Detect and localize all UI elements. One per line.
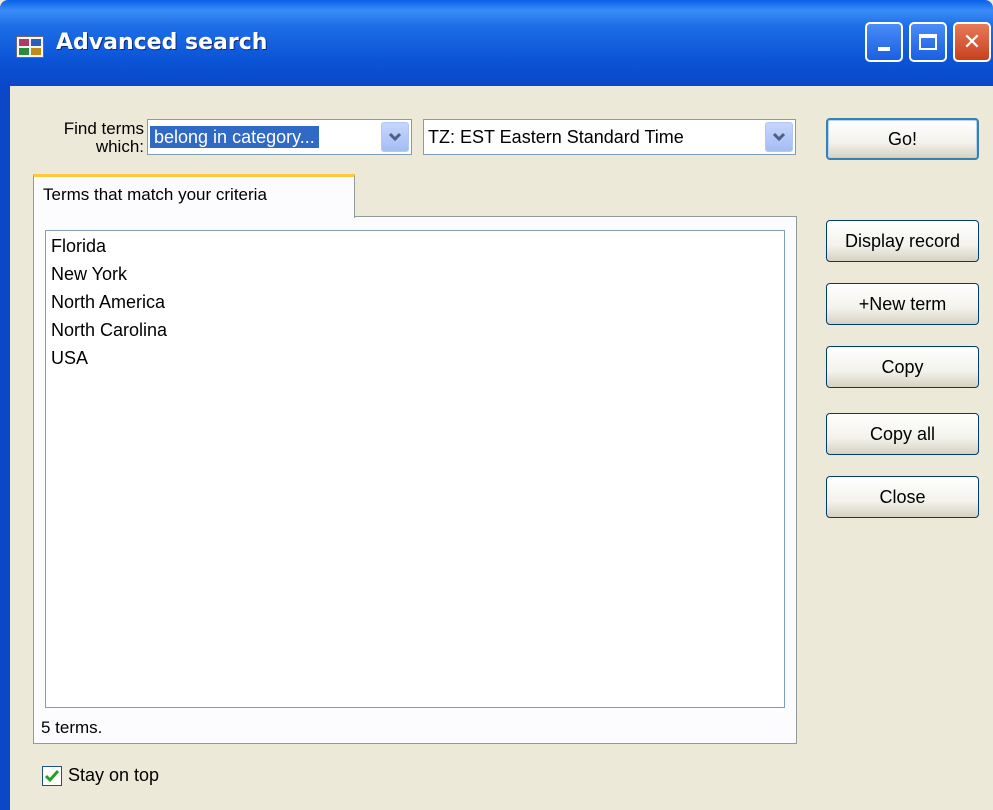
stay-on-top-checkbox[interactable]: [42, 766, 62, 786]
tab-results[interactable]: Terms that match your criteria: [33, 174, 355, 218]
list-item[interactable]: Florida: [51, 235, 106, 257]
find-terms-label-line1: Find terms: [63, 119, 144, 138]
category-dropdown-value: TZ: EST Eastern Standard Time: [428, 127, 684, 147]
minimize-icon: [878, 47, 890, 51]
result-count: 5 terms.: [41, 718, 103, 737]
minimize-button[interactable]: [865, 22, 903, 62]
close-window-button[interactable]: ✕: [953, 22, 991, 62]
window-frame-left: [0, 86, 10, 810]
list-item[interactable]: North America: [51, 291, 165, 313]
close-button[interactable]: Close: [826, 476, 979, 518]
new-term-button[interactable]: +New term: [826, 283, 979, 325]
go-button[interactable]: Go!: [826, 118, 979, 160]
find-terms-label: Find terms which:: [34, 120, 144, 156]
copy-all-button[interactable]: Copy all: [826, 413, 979, 455]
window-title: Advanced search: [56, 30, 268, 55]
list-item[interactable]: North Carolina: [51, 319, 167, 341]
stay-on-top-label[interactable]: Stay on top: [68, 765, 159, 786]
close-icon: ✕: [962, 29, 982, 55]
list-item[interactable]: New York: [51, 263, 127, 285]
chevron-down-icon[interactable]: [381, 122, 409, 152]
advanced-search-window: Advanced search ✕ Find terms which: belo…: [0, 0, 993, 810]
list-item[interactable]: USA: [51, 347, 88, 369]
category-dropdown[interactable]: TZ: EST Eastern Standard Time: [423, 119, 796, 155]
maximize-icon: [919, 34, 937, 50]
copy-button[interactable]: Copy: [826, 346, 979, 388]
app-icon: [16, 36, 44, 58]
maximize-button[interactable]: [909, 22, 947, 62]
display-record-button[interactable]: Display record: [826, 220, 979, 262]
condition-dropdown-value: belong in category...: [150, 126, 319, 148]
chevron-down-icon[interactable]: [765, 122, 793, 152]
title-bar[interactable]: Advanced search ✕: [0, 0, 993, 86]
results-list[interactable]: Florida New York North America North Car…: [45, 230, 785, 708]
find-terms-label-line2: which:: [95, 137, 144, 156]
checkmark-icon: [44, 770, 60, 783]
condition-dropdown[interactable]: belong in category...: [147, 119, 412, 155]
